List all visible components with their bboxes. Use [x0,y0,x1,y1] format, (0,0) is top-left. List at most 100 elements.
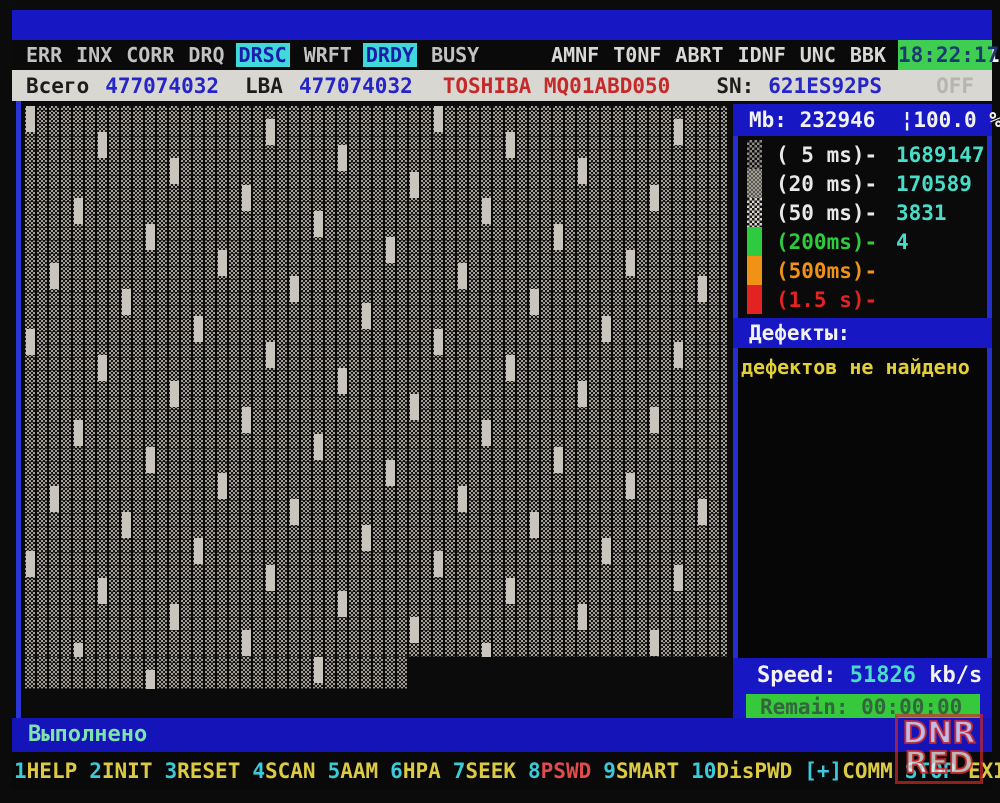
fkey-number: 6 [390,759,403,783]
status-flag-drq: DRQ [188,43,224,67]
scan-block [578,604,587,630]
scan-block-grid [25,106,727,657]
fkey-number: 4 [252,759,265,783]
legend-value: 170589 [896,172,972,196]
drive-info-bar: Всего 477074032 LBA 477074032 TOSHIBA MQ… [12,70,992,101]
scan-block [434,329,443,355]
fkey-7seek[interactable]: 7SEEK [453,759,516,783]
scan-block [242,185,251,211]
drive-model: TOSHIBA MQ01ABD050 [443,74,671,98]
fkey-1help[interactable]: 1HELP [14,759,77,783]
scan-block [506,132,515,158]
scan-block [602,538,611,564]
function-key-bar: 1HELP 2INIT 3RESET 4SCAN 5AAM 6HPA 7SEEK 8PSWD 9… [12,752,992,790]
scan-block [434,551,443,577]
scan-block [434,106,443,132]
fkey-number: 9 [603,759,616,783]
legend-swatch-5 [747,285,762,314]
scan-block [170,158,179,184]
register-status-bar: ERRINXCORRDRQDRSCWRFTDRDYBUSY AMNFT0NFAB… [12,40,992,70]
scan-block [698,276,707,302]
status-flag-inx: INX [76,43,112,67]
defects-list-box: дефектов не найдено [733,348,992,658]
scan-block [170,604,179,630]
fkey-8pswd[interactable]: 8PSWD [528,759,591,783]
scan-block [530,512,539,538]
fkey-number: 3 [164,759,177,783]
fkey-comm[interactable]: [+]COMM [804,759,893,783]
scan-block [578,158,587,184]
legend-row: (20 ms)- 170589 [770,169,987,198]
scan-block [50,486,59,512]
legend-row: (200ms)-4 [770,227,987,256]
legend-row: (50 ms)-3831 [770,198,987,227]
legend-label: (200ms)- [776,230,888,254]
scan-block [674,119,683,145]
scan-block [50,263,59,289]
total-label: Всего [26,74,89,98]
scan-block [194,316,203,342]
fkey-label: HELP [27,759,78,783]
serial-value: 621ES92PS [768,74,882,98]
scan-block [74,198,83,224]
legend-swatch-3 [747,227,762,256]
scan-block [482,643,491,657]
fkey-label: COMM [842,759,893,783]
scan-block [290,276,299,302]
fkey-label: SEEK [465,759,516,783]
legend-label: (20 ms)- [776,172,888,196]
legend-swatch-0 [747,140,762,169]
scan-block [26,106,35,132]
fkey-3reset[interactable]: 3RESET [164,759,240,783]
serial-label: SN: [716,74,754,98]
scan-block [578,381,587,407]
scan-block [314,211,323,237]
legend-label: (1.5 s)- [776,288,888,312]
defects-header: Дефекты: [733,318,992,348]
fkey-6hpa[interactable]: 6HPA [390,759,441,783]
scan-block [554,447,563,473]
scan-block [122,289,131,315]
speed-label: Speed: [757,663,836,688]
fkey-5aam[interactable]: 5AAM [328,759,379,783]
scan-block [170,381,179,407]
fkey-number: [+] [804,759,842,783]
scan-block [194,538,203,564]
scan-block [242,630,251,656]
scan-block [338,591,347,617]
scan-block [482,420,491,446]
scan-block [458,263,467,289]
legend-row: ( 5 ms)-1689147 [770,140,987,169]
fkey-4scan[interactable]: 4SCAN [252,759,315,783]
scan-block [98,132,107,158]
scan-block [554,224,563,250]
watermark-line2: RED [898,749,980,779]
fkey-10dispwd[interactable]: 10DisPWD [691,759,792,783]
scan-block [218,473,227,499]
operation-status-text: Выполнено [28,722,147,747]
lba-label: LBA [245,74,283,98]
mb-value: 232946 [800,108,876,132]
scan-block [314,434,323,460]
speed-line: Speed: 51826 kb/s [757,663,992,688]
legend-row: (500ms)- [770,256,987,285]
fkey-label: SMART [616,759,679,783]
fkey-label: SCAN [265,759,316,783]
clock: 18:22:17 [898,40,992,70]
error-flag-idnf: IDNF [738,43,786,67]
fkey-9smart[interactable]: 9SMART [603,759,679,783]
legend-swatch-2 [747,198,762,227]
legend-value: 3831 [896,201,947,225]
fkey-number: 8 [528,759,541,783]
defects-message: дефектов не найдено [738,348,987,386]
scan-area-left-border [16,101,21,719]
status-flag-corr: CORR [126,43,174,67]
fkey-2init[interactable]: 2INIT [89,759,152,783]
scan-block [482,198,491,224]
scan-block [410,172,419,198]
scan-block [386,237,395,263]
legend-rows: ( 5 ms)-1689147 (20 ms)- 170589(50 ms)-383… [770,140,987,314]
status-flag-drsc: DRSC [236,43,290,67]
scan-block [98,355,107,381]
fkey-number: 2 [89,759,102,783]
